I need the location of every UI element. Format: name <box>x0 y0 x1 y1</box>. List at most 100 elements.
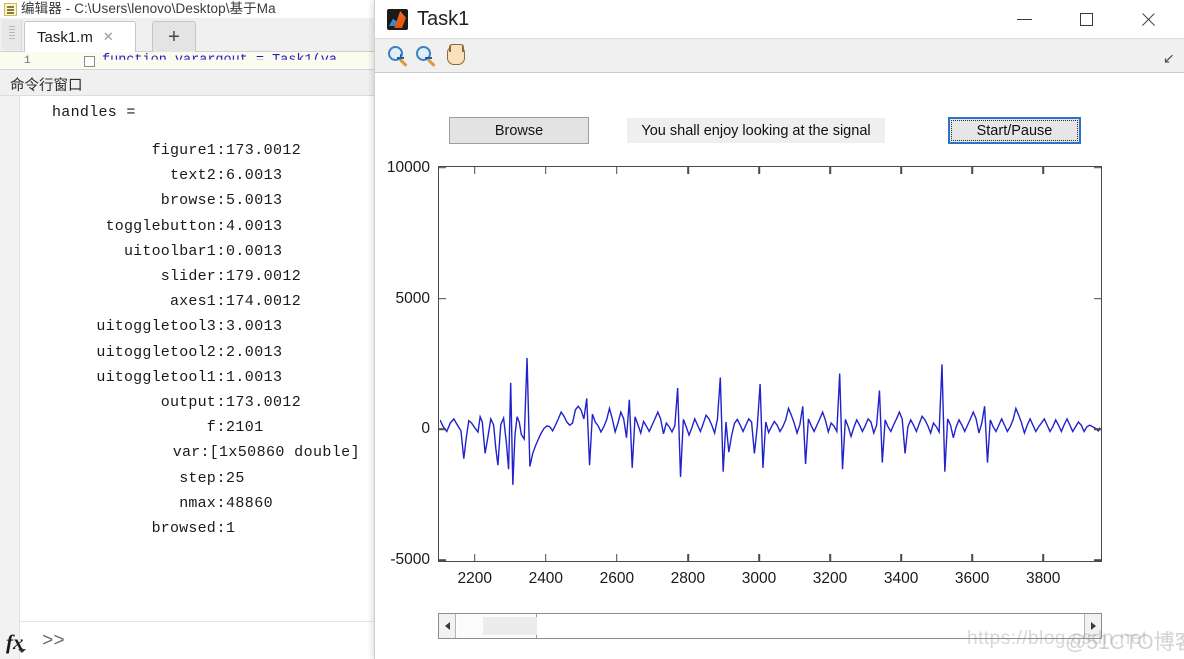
editor-code-line[interactable]: 1 function varargout = Task1(va <box>0 52 376 70</box>
handles-variable-row: f:2101 <box>20 415 360 440</box>
variable-name: var <box>172 444 201 462</box>
x-axis-tick-label: 3200 <box>812 570 848 587</box>
handles-variable-row: text2:6.0013 <box>20 163 360 188</box>
command-window-header: 命令行窗口 <box>0 70 376 96</box>
x-axis-tick-mark <box>616 554 618 562</box>
variable-colon: : <box>216 318 226 336</box>
code-text: function varargout = Task1(va <box>102 53 337 68</box>
handles-variable-row: uitoggletool2:2.0013 <box>20 340 360 365</box>
variable-name: text2 <box>169 167 216 185</box>
command-prompt-row[interactable]: fx >> <box>6 621 376 659</box>
variable-name: browsed <box>151 519 216 537</box>
x-axis-tick-label: 2400 <box>528 570 564 587</box>
start-pause-button[interactable]: Start/Pause <box>948 117 1081 144</box>
x-axis-tick-mark <box>829 554 831 562</box>
code-fold-icon[interactable] <box>84 56 95 67</box>
zoom-out-icon[interactable] <box>413 43 441 70</box>
variable-colon: : <box>216 519 226 537</box>
variable-value: 173.0012 <box>226 393 302 411</box>
pan-hand-icon[interactable] <box>443 43 471 70</box>
zoom-in-icon[interactable] <box>385 43 413 70</box>
scrollbar-thumb[interactable] <box>457 614 537 638</box>
variable-value: [1x50860 double] <box>209 444 360 462</box>
y-axis-tick-label: 5000 <box>395 289 430 307</box>
x-axis-tick-mark-top <box>545 166 547 174</box>
variable-value: 1.0013 <box>226 368 283 386</box>
command-window-output[interactable]: handles = figure1:173.0012 text2:6.0013 br… <box>20 96 376 621</box>
signal-scrollbar[interactable] <box>438 613 1102 639</box>
figure-title-bar[interactable]: Task1 <box>375 0 1184 38</box>
x-axis-tick-label: 3000 <box>741 570 777 587</box>
handles-variable-row: uitoggletool1:1.0013 <box>20 365 360 390</box>
y-axis-tick-mark-right <box>1094 428 1102 431</box>
x-axis-tick-mark <box>900 554 902 562</box>
variable-name: uitoggletool2 <box>96 343 216 361</box>
variable-value: 5.0013 <box>226 192 283 210</box>
scrollbar-rail[interactable] <box>537 614 1083 638</box>
variable-value: 2101 <box>226 419 264 437</box>
editor-document-icon <box>4 2 17 16</box>
variable-colon: : <box>216 167 226 185</box>
y-axis-tick-mark-right <box>1094 297 1102 300</box>
handles-variable-row: nmax:48860 <box>20 491 360 516</box>
variable-value: 25 <box>226 469 245 487</box>
start-pause-label: Start/Pause <box>951 120 1078 141</box>
hand-glyph <box>447 44 465 65</box>
command-window-title: 命令行窗口 <box>10 78 83 94</box>
matlab-icon <box>387 9 408 30</box>
caret-left-icon <box>444 622 450 630</box>
variable-name: output <box>160 393 216 411</box>
variable-colon: : <box>216 494 226 512</box>
minimize-button[interactable] <box>1001 0 1047 38</box>
line-number: 1 <box>24 55 31 67</box>
variable-value: 6.0013 <box>226 167 283 185</box>
editor-tab-task1[interactable]: Task1.m ✕ <box>24 21 136 52</box>
signal-trace <box>439 357 1101 485</box>
close-button[interactable] <box>1125 0 1171 38</box>
x-axis-tick-mark <box>971 554 973 562</box>
variable-value: 4.0013 <box>226 217 283 235</box>
handles-variable-row: browse:5.0013 <box>20 188 360 213</box>
variable-value: 3.0013 <box>226 318 283 336</box>
variable-name: figure1 <box>151 142 216 160</box>
figure-canvas: Browse You shall enjoy looking at the si… <box>375 73 1184 659</box>
variable-name: uitoggletool3 <box>96 318 216 336</box>
x-axis-tick-mark <box>758 554 760 562</box>
magnifier-handle <box>426 58 436 68</box>
x-axis-tick-label: 3600 <box>954 570 990 587</box>
variable-name: nmax <box>179 494 216 512</box>
x-axis-tick-mark-top <box>1042 166 1044 174</box>
variable-value: 1 <box>226 519 236 537</box>
chevron-down-icon[interactable] <box>18 649 26 653</box>
editor-tab-strip: Task1.m ✕ + <box>0 18 376 52</box>
browse-button[interactable]: Browse <box>449 117 589 144</box>
close-icon[interactable]: ✕ <box>103 29 114 45</box>
x-axis-tick-mark-top <box>758 166 760 174</box>
minimize-icon <box>1016 18 1032 20</box>
y-axis-tick-mark-right <box>1094 166 1102 169</box>
matlab-ide-window: 编辑器 - C:\Users\lenovo\Desktop\基于Ma Task1… <box>0 0 376 659</box>
variable-value: 48860 <box>226 494 274 512</box>
new-tab-button[interactable]: + <box>152 21 196 52</box>
screen: 编辑器 - C:\Users\lenovo\Desktop\基于Ma Task1… <box>0 0 1184 659</box>
scroll-right-button[interactable] <box>1084 614 1101 638</box>
editor-tab-label: Task1.m <box>37 28 93 46</box>
resize-arrow-icon[interactable]: ↘ <box>1163 50 1175 66</box>
x-axis-tick-label: 3400 <box>883 570 919 587</box>
editor-side-gutter <box>2 20 22 50</box>
handles-variable-row: browsed:1 <box>20 516 360 541</box>
x-axis-tick-mark-top <box>687 166 689 174</box>
signal-plot: -5000 0 5000 10000 2200 2400 2600 2800 3000 3200 3… <box>387 159 1102 587</box>
x-axis-tick-mark <box>545 554 547 562</box>
handles-variable-row: var: [1x50860 double] <box>20 440 360 465</box>
scroll-left-button[interactable] <box>439 614 456 638</box>
figure-toolbar: ↘ <box>375 38 1184 73</box>
signal-line <box>439 357 1101 485</box>
y-axis-tick-mark <box>438 559 446 562</box>
handles-variable-row: figure1:173.0012 <box>20 138 360 163</box>
y-axis-tick-mark <box>438 166 446 169</box>
y-axis-tick-label: 10000 <box>386 158 430 176</box>
maximize-button[interactable] <box>1063 0 1109 38</box>
variable-value: 173.0012 <box>226 142 302 160</box>
x-axis-tick-label: 2800 <box>670 570 706 587</box>
